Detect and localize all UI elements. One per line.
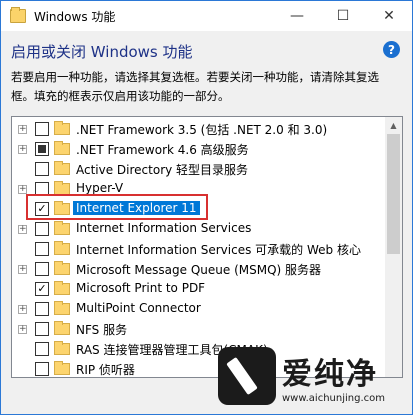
feature-label: MultiPoint Connector [76,301,201,315]
watermark-brand: 爱纯净 [282,356,378,392]
minimize-button[interactable]: — [274,1,320,31]
feature-checkbox[interactable] [35,122,49,136]
feature-checkbox[interactable] [35,302,49,316]
feature-row[interactable]: + MultiPoint Connector [12,299,384,319]
brand-logo-icon [218,347,276,405]
feature-row[interactable]: + .NET Framework 3.5 (包括 .NET 2.0 和 3.0) [12,119,384,139]
feature-row[interactable]: Internet Information Services 可承载的 Web 核… [12,239,384,259]
folder-app-icon [10,7,26,23]
window-title: Windows 功能 [34,9,116,24]
close-button[interactable]: ✕ [366,1,412,31]
feature-checkbox[interactable] [35,362,49,376]
watermark: 爱纯净 www.aichunjing.com [218,340,408,412]
feature-checkbox[interactable] [35,342,49,356]
expand-icon[interactable]: + [18,305,27,314]
feature-checkbox[interactable] [35,242,49,256]
folder-icon [54,161,70,175]
features-tree[interactable]: + .NET Framework 3.5 (包括 .NET 2.0 和 3.0) +… [11,116,403,378]
watermark-text: 爱纯净 www.aichunjing.com [282,349,385,404]
feature-row[interactable]: + .NET Framework 4.6 高级服务 [12,139,384,159]
folder-icon [54,241,70,255]
feature-label: Internet Information Services [76,221,252,235]
expand-icon[interactable]: + [18,145,27,154]
feature-checkbox[interactable] [35,162,49,176]
expand-icon[interactable]: + [18,225,27,234]
feature-row[interactable]: ✓ Microsoft Print to PDF [12,279,384,299]
window-controls: — ☐ ✕ [274,1,412,31]
feature-checkbox[interactable] [35,222,49,236]
feature-label: .NET Framework 4.6 高级服务 [76,143,249,157]
maximize-button[interactable]: ☐ [320,1,366,31]
folder-icon [54,141,70,155]
scroll-thumb[interactable] [387,134,400,254]
feature-row[interactable]: Active Directory 轻型目录服务 [12,159,384,179]
feature-checkbox[interactable] [35,142,49,156]
watermark-url: www.aichunjing.com [282,392,385,404]
feature-label: .NET Framework 3.5 (包括 .NET 2.0 和 3.0) [76,123,328,137]
feature-label: Internet Information Services 可承载的 Web 核… [76,243,361,257]
feature-row[interactable]: + Microsoft Message Queue (MSMQ) 服务器 [12,259,384,279]
instructions-text: 若要启用一种功能，请选择其复选框。若要关闭一种功能，请清除其复选框。填充的框表示… [11,70,379,103]
expand-icon[interactable]: + [18,185,27,194]
expand-icon[interactable]: + [18,265,27,274]
highlight-box [26,194,208,220]
folder-icon [54,281,70,295]
folder-icon [54,321,70,335]
feature-checkbox[interactable] [35,322,49,336]
page-heading: 启用或关闭 Windows 功能 [11,43,193,61]
folder-icon [54,221,70,235]
feature-label: NFS 服务 [76,323,128,337]
feature-row[interactable]: + NFS 服务 [12,319,384,339]
feature-row[interactable]: + Internet Information Services [12,219,384,239]
feature-label: Active Directory 轻型目录服务 [76,163,249,177]
vertical-scrollbar[interactable]: ▲ [385,117,402,377]
feature-checkbox[interactable]: ✓ [35,282,49,296]
feature-label: Hyper-V [76,181,124,195]
feature-checkbox[interactable] [35,262,49,276]
folder-icon [54,301,70,315]
expand-icon[interactable]: + [18,125,27,134]
feature-label: RIP 侦听器 [76,363,135,377]
folder-icon [54,361,70,375]
title-bar[interactable]: Windows 功能 — ☐ ✕ [1,1,412,31]
feature-label: Microsoft Print to PDF [76,281,206,295]
expand-icon[interactable]: + [18,325,27,334]
folder-icon [54,121,70,135]
folder-icon [54,261,70,275]
scroll-up-arrow-icon[interactable]: ▲ [385,117,402,134]
feature-label: Microsoft Message Queue (MSMQ) 服务器 [76,263,322,277]
folder-icon [54,341,70,355]
help-icon[interactable]: ? [383,41,400,58]
